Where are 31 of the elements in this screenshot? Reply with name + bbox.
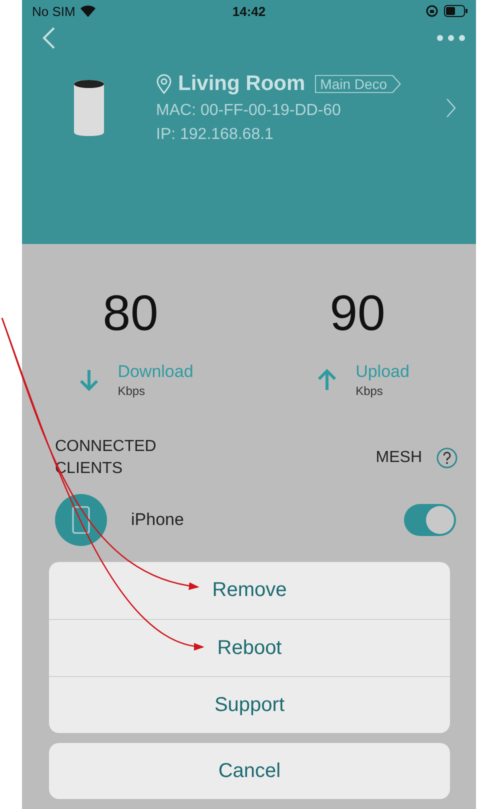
- speed-value: 80: [102, 284, 158, 342]
- speed-unit: Kbps: [356, 384, 384, 398]
- wifi-icon: [80, 5, 96, 17]
- client-name: iPhone: [131, 510, 185, 530]
- location-name: Living Room: [178, 72, 306, 96]
- router-device-icon: [72, 78, 106, 138]
- carrier-label: No SIM: [32, 4, 76, 18]
- clock-time: 14:42: [232, 4, 266, 19]
- down-arrow-icon: [78, 368, 100, 392]
- help-icon[interactable]: [436, 447, 458, 469]
- ip-address: IP: 192.168.68.1: [156, 126, 274, 144]
- action-button[interactable]: Reboot: [49, 619, 450, 676]
- toggle-switch[interactable]: [404, 504, 456, 536]
- more-icon[interactable]: [436, 34, 466, 42]
- mac-address: MAC: 00-FF-00-19-DD-60: [156, 102, 342, 120]
- chevron-right-icon[interactable]: [446, 98, 456, 118]
- device-avatar: [55, 494, 107, 546]
- speed-unit: Kbps: [118, 384, 146, 398]
- rotation-lock-icon: [426, 5, 438, 17]
- location-pin-icon: [156, 74, 172, 94]
- action-button[interactable]: Remove: [49, 562, 450, 619]
- main-deco-tag: Main Deco: [315, 75, 402, 93]
- mesh-label: MESH: [376, 449, 422, 467]
- up-arrow-icon: [316, 368, 338, 392]
- speed-value: 90: [330, 284, 386, 342]
- cancel-button[interactable]: Cancel: [49, 743, 450, 799]
- battery-icon: [444, 5, 468, 17]
- back-icon[interactable]: [42, 26, 56, 50]
- action-button[interactable]: Support: [49, 676, 450, 733]
- speed-label: Download: [118, 362, 194, 382]
- speed-label: Upload: [356, 362, 410, 382]
